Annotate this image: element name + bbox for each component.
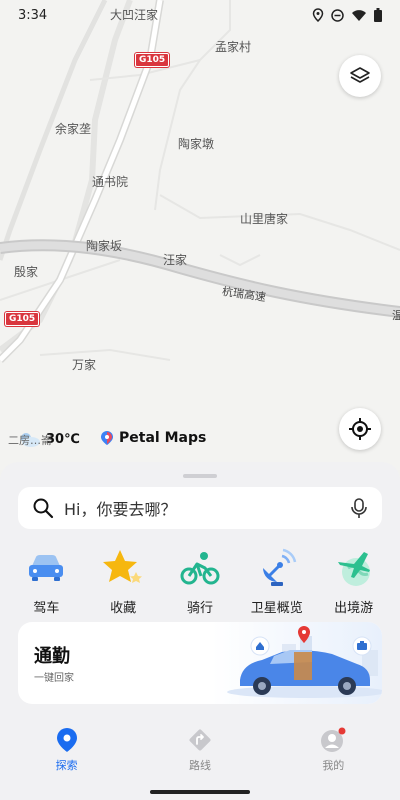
tab-label: 我的 [322,759,345,772]
place-mengjiacun[interactable]: 孟家村 [215,38,251,55]
notification-dot [338,727,346,735]
bottom-tab-bar: 探索 路线 我的 [0,727,400,782]
search-bar[interactable]: Hi，你要去哪？ [18,487,382,529]
my-location-button[interactable] [339,408,381,450]
quick-action-satellite[interactable]: 卫星概览 [242,547,312,616]
place-tongshuyuan[interactable]: 通书院 [92,173,128,190]
quick-action-cycling[interactable]: 骑行 [165,547,235,616]
location-pin-icon [56,728,77,752]
expressway-edge-label: 温 [392,309,400,322]
weather-widget[interactable]: 二房…崙 30℃ [8,430,80,448]
avatar-icon [321,727,346,752]
place-yinjia[interactable]: 殷家 [14,263,38,280]
quick-action-drive[interactable]: 驾车 [11,547,81,616]
g105-shield-left: G105 [5,312,40,326]
crosshair-icon [349,418,371,440]
commute-subtitle: 一键回家 [34,673,74,684]
star-icon [103,550,143,583]
brand-name: Petal Maps [119,430,207,446]
wifi-icon [352,9,366,21]
home-indicator [150,790,250,794]
tab-label: 路线 [188,759,211,772]
car-icon [29,555,64,581]
battery-icon [374,8,382,22]
quick-action-label: 收藏 [110,601,137,616]
quick-action-travel-abroad[interactable]: 出境游 [319,547,389,616]
layers-icon [350,67,370,83]
quick-action-label: 驾车 [33,601,60,616]
quick-action-label: 骑行 [186,601,213,616]
bicycle-icon [180,552,220,585]
place-yujialong[interactable]: 余家垄 [55,120,91,137]
tab-route[interactable]: 路线 [155,727,245,782]
quick-action-label: 出境游 [334,601,374,616]
tab-label: 探索 [55,759,78,772]
airplane-globe-icon [337,552,370,586]
microphone-icon[interactable] [350,497,368,519]
petal-maps-brand: Petal Maps [100,430,206,446]
commute-title: 通勤 [34,646,70,667]
search-icon [33,498,54,519]
place-wangjia[interactable]: 汪家 [163,251,187,268]
bottom-sheet[interactable]: Hi，你要去哪？ 驾车 收藏 骑行 卫星概览 出境游 通勤 一键回家 探索 路线… [0,462,400,800]
place-wanjia[interactable]: 万家 [72,356,96,373]
commute-car-illustration-icon [212,622,382,704]
status-time: 3:34 [18,7,48,23]
g105-shield-top: G105 [135,53,170,67]
sheet-drag-handle[interactable] [183,474,217,478]
map-view[interactable]: 3:34 大凹汪家 孟家村 余家垄 陶家墩 通书院 山里唐家 陶家坂 汪家 殷家… [0,0,400,470]
tab-me[interactable]: 我的 [288,727,378,782]
quick-actions: 驾车 收藏 骑行 卫星概览 出境游 [0,547,400,616]
search-placeholder[interactable]: Hi，你要去哪？ [64,496,350,520]
quick-action-favorites[interactable]: 收藏 [88,547,158,616]
commute-card[interactable]: 通勤 一键回家 [18,622,382,704]
satellite-icon [262,548,297,586]
dnd-icon [331,8,344,22]
quick-action-label: 卫星概览 [250,601,303,616]
place-taojiaban[interactable]: 陶家坂 [86,237,122,254]
location-status-icon [312,8,324,22]
tab-explore[interactable]: 探索 [22,727,112,782]
place-taojiadun[interactable]: 陶家墩 [178,135,214,152]
route-icon [189,729,211,751]
status-bar: 3:34 [0,0,400,30]
place-shanlitangjia[interactable]: 山里唐家 [240,210,288,227]
weather-place: 二房…崙 [8,434,52,447]
layers-button[interactable] [339,55,381,97]
petal-maps-logo-icon [101,431,113,445]
